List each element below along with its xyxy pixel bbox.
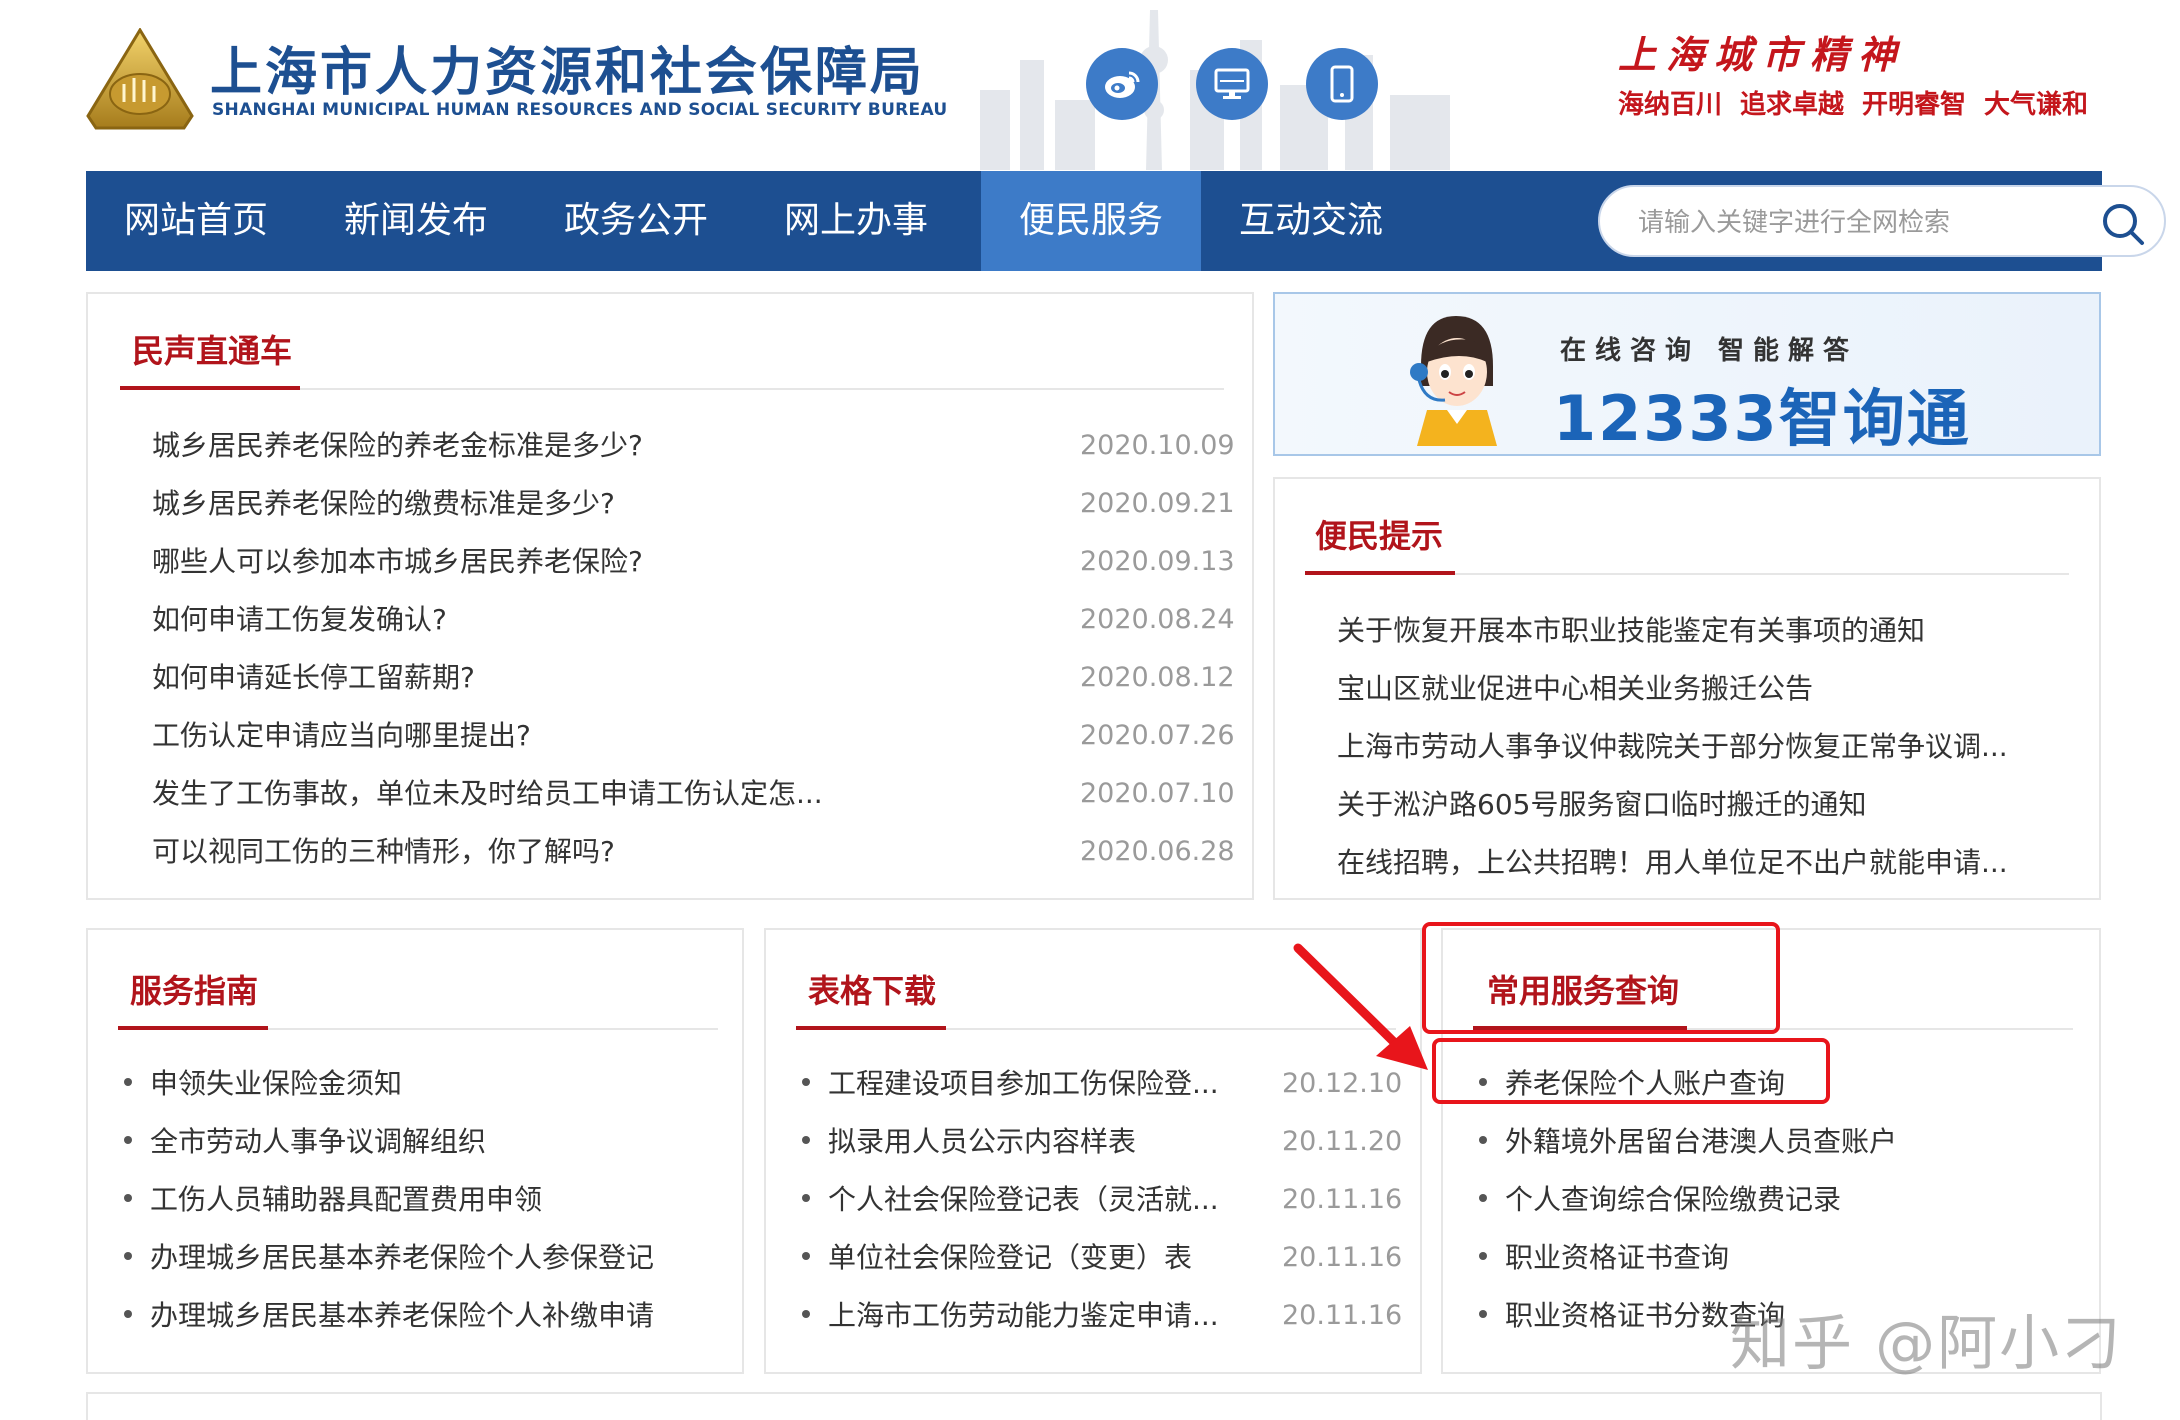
list-item[interactable]: 拟录用人员公示内容样表 [828, 1120, 1136, 1160]
banner-title: 12333智询通 [1553, 382, 1971, 455]
list-item[interactable]: 城乡居民养老保险的养老金标准是多少? [152, 424, 643, 464]
list-item[interactable]: 上海市劳动人事争议仲裁院关于部分恢复正常争议调... [1337, 725, 2008, 765]
city-spirit-word: 大气谦和 [1984, 90, 2089, 120]
banner-subtitle: 在线咨询 智能解答 [1560, 336, 1859, 366]
search-input[interactable] [1638, 201, 2078, 245]
list-item[interactable]: 城乡居民养老保险的缴费标准是多少? [152, 482, 615, 522]
title-underline [118, 1026, 268, 1030]
item-date: 2020.10.09 [1080, 430, 1235, 461]
item-date: 20.11.16 [1282, 1242, 1403, 1273]
customer-service-avatar-icon [1410, 316, 1497, 446]
nav-home[interactable]: 网站首页 [86, 171, 306, 271]
item-date: 2020.07.26 [1080, 720, 1235, 751]
list-item[interactable]: 在线招聘，上公共招聘！用人单位足不出户就能申请... [1337, 841, 2008, 881]
list-item[interactable]: 上海市工伤劳动能力鉴定申请... [828, 1294, 1219, 1334]
item-date: 20.11.20 [1282, 1126, 1403, 1157]
nav-online-services[interactable]: 网上办事 [746, 171, 966, 271]
item-date: 20.11.16 [1282, 1184, 1403, 1215]
city-spirit-word: 开明睿智 [1862, 90, 1967, 120]
item-date: 2020.08.24 [1080, 604, 1235, 635]
weibo-button[interactable] [1086, 48, 1158, 120]
list-item[interactable]: 外籍境外居留台港澳人员查账户 [1505, 1120, 1897, 1160]
weibo-icon [1105, 71, 1140, 98]
city-spirit-words: 海纳百川 追求卓越 开明睿智 大气谦和 [1618, 84, 2088, 121]
list-item[interactable]: 如何申请延长停工留薪期? [152, 656, 475, 696]
nav-convenience-services[interactable]: 便民服务 [981, 171, 1201, 271]
main-nav: 网站首页 新闻发布 政务公开 网上办事 便民服务 互动交流 [86, 171, 2166, 271]
bullet [124, 1310, 132, 1318]
mobile-site-button[interactable] [1306, 48, 1378, 120]
item-date: 2020.07.10 [1080, 778, 1235, 809]
panel-title[interactable]: 便民提示 [1315, 511, 1443, 557]
site-title-en: SHANGHAI MUNICIPAL HUMAN RESOURCES AND S… [212, 100, 948, 120]
city-spirit-word: 追求卓越 [1740, 90, 1845, 120]
list-item[interactable]: 个人社会保险登记表（灵活就... [828, 1178, 1219, 1218]
panel-title[interactable]: 服务指南 [130, 966, 258, 1012]
bullet [802, 1252, 810, 1260]
nav-interaction[interactable]: 互动交流 [1201, 171, 1421, 271]
list-item[interactable]: 职业资格证书查询 [1505, 1236, 1729, 1276]
highlight-box-pension-query [1432, 1038, 1830, 1104]
list-item[interactable]: 可以视同工伤的三种情形，你了解吗? [152, 830, 615, 870]
mobile-icon [1330, 65, 1354, 103]
smart-consult-banner[interactable]: 在线咨询 智能解答 12333智询通 [1273, 292, 2101, 456]
list-item[interactable]: 工伤人员辅助器具配置费用申领 [150, 1178, 542, 1218]
list-item[interactable]: 申领失业保险金须知 [150, 1062, 402, 1102]
list-item[interactable]: 如何申请工伤复发确认? [152, 598, 447, 638]
desktop-site-button[interactable] [1196, 48, 1268, 120]
list-item[interactable]: 单位社会保险登记（变更）表 [828, 1236, 1192, 1276]
panel-next-section [86, 1392, 2102, 1420]
red-arrow-icon [1293, 943, 1428, 1070]
bullet [124, 1078, 132, 1086]
search-icon[interactable] [2100, 201, 2146, 247]
nav-news[interactable]: 新闻发布 [306, 171, 526, 271]
list-item[interactable]: 发生了工伤事故，单位未及时给员工申请工伤认定怎... [152, 772, 823, 812]
panel-public-voice: 民声直通车 城乡居民养老保险的养老金标准是多少? 2020.10.09 城乡居民… [86, 292, 1254, 900]
bullet [1479, 1252, 1487, 1260]
bureau-emblem-logo [86, 28, 194, 130]
item-date: 20.11.16 [1282, 1300, 1403, 1331]
panel-service-guide: 服务指南 申领失业保险金须知 全市劳动人事争议调解组织 工伤人员辅助器具配置费用… [86, 928, 744, 1374]
list-item[interactable]: 办理城乡居民基本养老保险个人补缴申请 [150, 1294, 654, 1334]
list-item[interactable]: 个人查询综合保险缴费记录 [1505, 1178, 1841, 1218]
bullet [802, 1310, 810, 1318]
item-date: 2020.09.21 [1080, 488, 1235, 519]
item-date: 2020.06.28 [1080, 836, 1235, 867]
list-item[interactable]: 关于恢复开展本市职业技能鉴定有关事项的通知 [1337, 609, 1925, 649]
panel-title[interactable]: 民声直通车 [132, 326, 292, 372]
title-underline [120, 386, 300, 390]
item-date: 2020.09.13 [1080, 546, 1235, 577]
highlight-box-title [1422, 922, 1780, 1034]
desktop-icon [1214, 68, 1250, 99]
bullet [802, 1136, 810, 1144]
panel-title[interactable]: 表格下载 [808, 966, 936, 1012]
title-underline [796, 1026, 946, 1030]
nav-gov-affairs[interactable]: 政务公开 [526, 171, 746, 271]
bullet [1479, 1194, 1487, 1202]
list-item[interactable]: 宝山区就业促进中心相关业务搬迁公告 [1337, 667, 1813, 707]
title-underline [1305, 571, 1455, 575]
list-item[interactable]: 关于淞沪路605号服务窗口临时搬迁的通知 [1337, 783, 1866, 823]
bullet [124, 1136, 132, 1144]
list-item[interactable]: 全市劳动人事争议调解组织 [150, 1120, 486, 1160]
city-spirit-word: 海纳百川 [1618, 90, 1723, 120]
bullet [802, 1078, 810, 1086]
site-header: 上海市人力资源和社会保障局 SHANGHAI MUNICIPAL HUMAN R… [0, 0, 2180, 170]
site-title-cn[interactable]: 上海市人力资源和社会保障局 [210, 30, 925, 105]
item-date: 2020.08.12 [1080, 662, 1235, 693]
bullet [1479, 1310, 1487, 1318]
list-item[interactable]: 哪些人可以参加本市城乡居民养老保险? [152, 540, 643, 580]
panel-convenience-tips: 便民提示 关于恢复开展本市职业技能鉴定有关事项的通知 宝山区就业促进中心相关业务… [1273, 477, 2101, 900]
bullet [802, 1194, 810, 1202]
bullet [124, 1252, 132, 1260]
list-item[interactable]: 工伤认定申请应当向哪里提出? [152, 714, 531, 754]
list-item[interactable]: 工程建设项目参加工伤保险登... [828, 1062, 1219, 1102]
bullet [1479, 1136, 1487, 1144]
zhihu-watermark: 知乎 @阿小刁 [1730, 1309, 2124, 1379]
bullet [124, 1194, 132, 1202]
city-spirit-title: 上海城市精神 [1618, 32, 1907, 77]
list-item[interactable]: 办理城乡居民基本养老保险个人参保登记 [150, 1236, 654, 1276]
site-search [1598, 185, 2166, 257]
